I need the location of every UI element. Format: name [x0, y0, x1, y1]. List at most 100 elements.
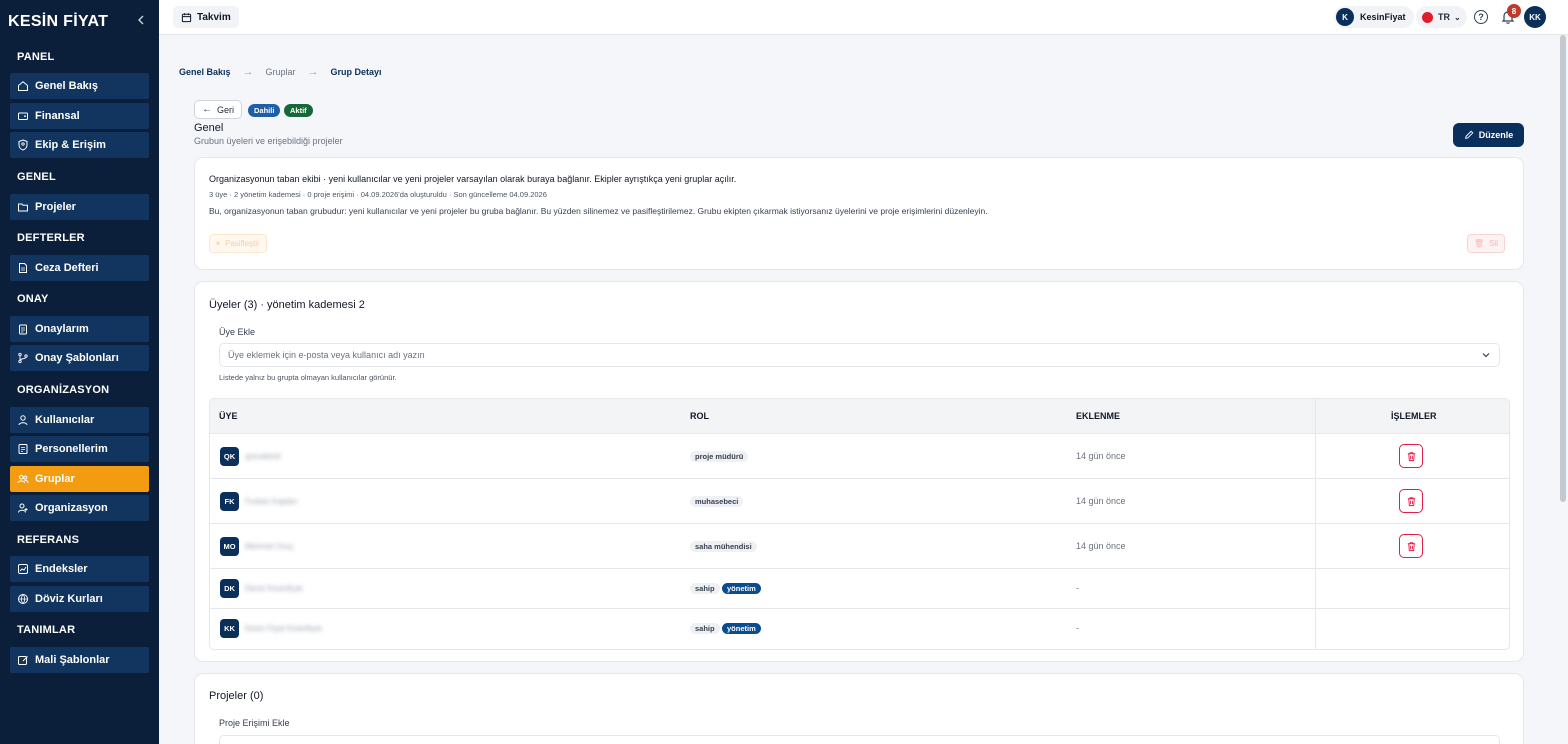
document-icon — [16, 262, 29, 275]
active-badge: Aktif — [284, 104, 313, 117]
delete-label: Sil — [1489, 239, 1499, 248]
section-title-tanimlar: TANIMLAR — [17, 624, 76, 636]
sidebar-item-label: Organizasyon — [35, 502, 108, 514]
sidebar-item-label: Ceza Defteri — [35, 262, 99, 274]
added-time: - — [1076, 583, 1079, 593]
back-label: Geri — [216, 104, 234, 115]
arrow-left-icon: ← — [201, 104, 212, 115]
section-title-genel: GENEL — [17, 171, 56, 183]
group-description: Organizasyonun taban ekibi · yeni kullan… — [209, 174, 737, 184]
sidebar-item-label: Döviz Kurları — [35, 593, 103, 605]
member-avatar: KK — [220, 619, 239, 638]
trash-icon: 🗑 — [1474, 239, 1485, 248]
page-title: Genel — [194, 122, 224, 134]
role-badge: muhasebeci — [690, 496, 744, 507]
sidebar-item-label: Gruplar — [35, 473, 75, 485]
sidebar-item-genel-bakis[interactable]: Genel Bakış — [10, 73, 149, 99]
group-info-card: Organizasyonun taban ekibi · yeni kullan… — [194, 157, 1524, 270]
arrow-right-icon: → — [242, 66, 254, 78]
remove-member-button[interactable] — [1399, 444, 1423, 468]
sidebar-item-endeksler[interactable]: Endeksler — [10, 556, 149, 582]
role-badge: saha mühendisi — [690, 541, 757, 552]
edit-button[interactable]: Düzenle — [1453, 123, 1524, 147]
role-badge: sahip — [690, 623, 720, 634]
breadcrumb-grup-detayi: Grup Detayı — [330, 67, 382, 77]
sidebar-item-label: Projeler — [35, 201, 76, 213]
column-header-member: ÜYE — [219, 411, 238, 421]
deactivate-label: Pasifleştir — [225, 239, 260, 248]
add-member-placeholder: Üye eklemek için e-posta veya kullanıcı … — [228, 350, 425, 360]
members-card: Üyeler (3) · yönetim kademesi 2 Üye Ekle… — [194, 281, 1524, 662]
edit-label: Düzenle — [1478, 130, 1514, 140]
sidebar-item-projeler[interactable]: Projeler — [10, 194, 149, 220]
language-select[interactable]: TR ⌄ — [1416, 6, 1467, 28]
calendar-button[interactable]: Takvim — [173, 6, 239, 28]
sidebar-item-gruplar[interactable]: Gruplar — [10, 466, 149, 492]
home-icon — [16, 80, 29, 93]
id-card-icon — [16, 443, 29, 456]
branch-icon — [16, 352, 29, 365]
section-title-defterler: DEFTERLER — [17, 232, 85, 244]
sidebar-item-finansal[interactable]: Finansal — [10, 103, 149, 129]
wallet-icon — [16, 110, 29, 123]
table-row: DK Deniz Kesinfiyat sahip yönetim - — [210, 569, 1509, 609]
organization-switcher[interactable]: K KesinFiyat — [1334, 6, 1414, 28]
sidebar-item-label: Ekip & Erişim — [35, 139, 106, 151]
breadcrumb-gruplar[interactable]: Gruplar — [266, 67, 296, 77]
delete-group-button[interactable]: 🗑 Sil — [1467, 234, 1506, 253]
back-button[interactable]: ← Geri — [194, 100, 242, 119]
help-icon[interactable]: ? — [1474, 10, 1488, 24]
trash-icon — [1407, 451, 1415, 461]
sidebar-item-onaylarim[interactable]: Onaylarım — [10, 316, 149, 342]
breadcrumb-genel-bakis[interactable]: Genel Bakış — [179, 67, 231, 77]
section-title-referans: REFERANS — [17, 534, 80, 546]
sidebar-item-kullanicilar[interactable]: Kullanıcılar — [10, 407, 149, 433]
sidebar: KESİN FİYAT PANEL Genel Bakış Finansal E… — [0, 0, 159, 744]
section-title-organizasyon: ORGANİZASYON — [17, 384, 110, 396]
sidebar-item-label: Mali Şablonlar — [35, 654, 110, 666]
scrollbar[interactable] — [1560, 35, 1566, 502]
remove-member-button[interactable] — [1399, 534, 1423, 558]
remove-member-button[interactable] — [1399, 489, 1423, 513]
member-avatar: QK — [220, 447, 239, 466]
member-name: Mehmet Oruç — [245, 542, 294, 551]
sidebar-item-organizasyon[interactable]: Organizasyon — [10, 495, 149, 521]
table-row: KK Kesin Fiyat Kesinfiyat sahip yönetim … — [210, 609, 1509, 649]
sidebar-item-ekip-erisim[interactable]: Ekip & Erişim — [10, 132, 149, 158]
group-note: Bu, organizasyonun taban grubudur: yeni … — [209, 206, 988, 216]
sidebar-item-onay-sablonlari[interactable]: Onay Şablonları — [10, 345, 149, 371]
brand-logo: KESİN FİYAT — [8, 13, 109, 30]
sidebar-item-doviz-kurlari[interactable]: Döviz Kurları — [10, 586, 149, 612]
calendar-icon — [181, 12, 192, 22]
topbar: Takvim K KesinFiyat TR ⌄ ? 8 KK — [159, 0, 1568, 35]
member-avatar: FK — [220, 492, 239, 511]
member-name: Kesin Fiyat Kesinfiyat — [245, 624, 322, 633]
sidebar-item-mali-sablonlar[interactable]: Mali Şablonlar — [10, 647, 149, 673]
added-time: - — [1076, 623, 1079, 633]
projects-title: Projeler (0) — [209, 690, 264, 702]
deactivate-button[interactable]: ⏸ Pasifleştir — [209, 234, 267, 253]
pause-icon: ⏸ — [216, 238, 220, 248]
breadcrumb: Genel Bakış → Gruplar → Grup Detayı — [179, 66, 382, 78]
chevron-down-icon — [1481, 350, 1491, 362]
member-name: Furkan Kaplan — [245, 497, 298, 506]
turkey-flag-icon — [1422, 11, 1433, 23]
section-title-panel: PANEL — [17, 51, 55, 63]
shield-user-icon — [16, 139, 29, 152]
org-avatar: K — [1336, 8, 1354, 26]
members-title: Üyeler (3) · yönetim kademesi 2 — [209, 299, 365, 311]
user-avatar[interactable]: KK — [1524, 6, 1546, 28]
user-icon — [16, 414, 29, 427]
sidebar-item-ceza-defteri[interactable]: Ceza Defteri — [10, 255, 149, 281]
add-member-select[interactable]: Üye eklemek için e-posta veya kullanıcı … — [219, 343, 1500, 367]
chevron-left-icon[interactable] — [134, 14, 148, 28]
org-name: KesinFiyat — [1360, 12, 1406, 22]
sidebar-item-personellerim[interactable]: Personellerim — [10, 436, 149, 462]
add-project-select[interactable] — [219, 735, 1500, 744]
pencil-icon — [1464, 130, 1474, 139]
member-avatar: MO — [220, 537, 239, 556]
sidebar-item-label: Personellerim — [35, 443, 108, 455]
sidebar-item-label: Onay Şablonları — [35, 352, 119, 364]
table-row: QK qmcekimli proje müdürü 14 gün önce — [210, 434, 1509, 479]
role-badge: proje müdürü — [690, 451, 749, 462]
